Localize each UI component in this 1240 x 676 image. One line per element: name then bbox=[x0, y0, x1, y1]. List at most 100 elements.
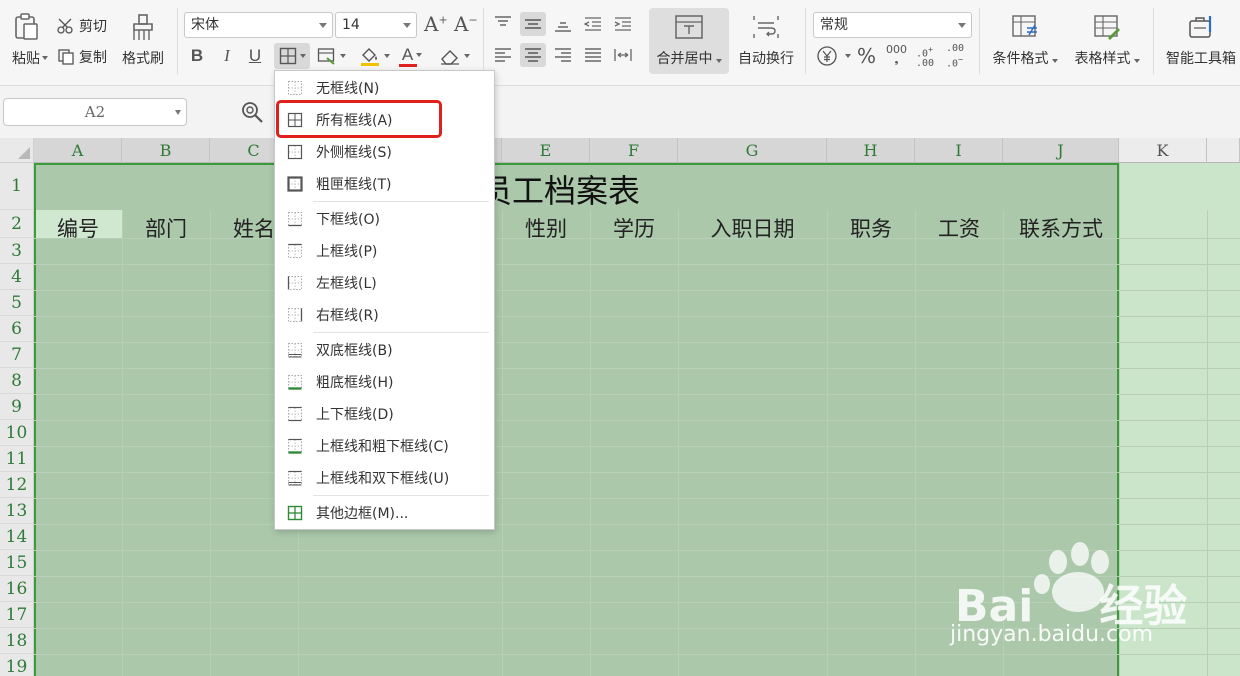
border-menu-item[interactable]: 粗底框线(H) bbox=[275, 367, 494, 397]
border-menu-item[interactable]: 上框线和粗下框线(C) bbox=[275, 431, 494, 461]
decrease-decimal-button[interactable]: .00.0− bbox=[946, 43, 964, 68]
merge-center-button[interactable]: 合并居中 bbox=[649, 8, 729, 74]
increase-font-button[interactable]: A+ bbox=[424, 12, 448, 36]
row-header-10[interactable]: 10 bbox=[0, 420, 34, 446]
italic-button[interactable]: I bbox=[216, 43, 238, 69]
align-center-button[interactable] bbox=[520, 43, 546, 67]
row-header-6[interactable]: 6 bbox=[0, 316, 34, 342]
ribbon-divider bbox=[1153, 8, 1154, 74]
align-left-button[interactable] bbox=[490, 43, 516, 67]
row-header-5[interactable]: 5 bbox=[0, 290, 34, 316]
row-header-4[interactable]: 4 bbox=[0, 264, 34, 290]
currency-button[interactable] bbox=[816, 44, 851, 68]
row-header-11[interactable]: 11 bbox=[0, 446, 34, 472]
distribute-button[interactable] bbox=[610, 43, 636, 67]
row-header-12[interactable]: 12 bbox=[0, 472, 34, 498]
bold-button[interactable]: B bbox=[186, 43, 208, 69]
cut-button[interactable]: 剪切 bbox=[57, 14, 107, 38]
zoom-icon[interactable] bbox=[240, 100, 264, 124]
font-size-combo[interactable]: 14 bbox=[335, 12, 417, 38]
sheet-title-cell[interactable]: 员工档案表 bbox=[480, 166, 640, 212]
format-painter-button[interactable]: 格式刷 bbox=[118, 8, 168, 74]
border-menu-item[interactable]: 上框线和双下框线(U) bbox=[275, 463, 494, 493]
row-header-16[interactable]: 16 bbox=[0, 576, 34, 602]
clear-format-button[interactable] bbox=[436, 43, 472, 69]
row-header-3[interactable]: 3 bbox=[0, 238, 34, 264]
column-header-j[interactable]: J bbox=[1003, 138, 1119, 163]
row-header-7[interactable]: 7 bbox=[0, 342, 34, 368]
border-menu-item[interactable]: 右框线(R) bbox=[275, 300, 494, 330]
header-cell[interactable]: 入职日期 bbox=[678, 213, 827, 243]
column-header-k[interactable]: K bbox=[1119, 138, 1207, 163]
border-menu-item[interactable]: 粗匣框线(T) bbox=[275, 169, 494, 199]
percent-button[interactable]: % bbox=[857, 44, 876, 68]
row-header-9[interactable]: 9 bbox=[0, 394, 34, 420]
header-cell[interactable]: 联系方式 bbox=[1003, 213, 1119, 243]
row-header-18[interactable]: 18 bbox=[0, 628, 34, 654]
name-box[interactable]: A2 bbox=[3, 98, 187, 126]
select-all-corner[interactable] bbox=[0, 138, 34, 163]
paste-dropdown-caret[interactable] bbox=[42, 56, 48, 60]
number-format-combo[interactable]: 常规 bbox=[813, 12, 972, 38]
cell-style-button[interactable] bbox=[314, 43, 348, 69]
decrease-indent-button[interactable] bbox=[580, 12, 606, 36]
align-top-button[interactable] bbox=[490, 12, 516, 36]
font-color-button[interactable]: A bbox=[396, 43, 428, 69]
border-menu-item[interactable]: 上下框线(D) bbox=[275, 399, 494, 429]
row-header-19[interactable]: 19 bbox=[0, 654, 34, 676]
border-menu-item[interactable]: 外侧框线(S) bbox=[275, 137, 494, 167]
font-name-combo[interactable]: 宋体 bbox=[184, 12, 333, 38]
row-header-8[interactable]: 8 bbox=[0, 368, 34, 394]
border-menu-item[interactable]: 其他边框(M)... bbox=[275, 498, 494, 528]
header-cell[interactable]: 部门 bbox=[122, 213, 210, 243]
justify-button[interactable] bbox=[580, 43, 606, 67]
border-menu-item[interactable]: 双底框线(B) bbox=[275, 335, 494, 365]
header-cell[interactable]: 职务 bbox=[827, 213, 915, 243]
conditional-format-button[interactable]: 条件格式 bbox=[988, 8, 1062, 74]
decrease-font-button[interactable]: A− bbox=[454, 12, 478, 36]
border-menu-item[interactable]: 无框线(N) bbox=[275, 73, 494, 103]
header-cell[interactable]: 编号 bbox=[34, 213, 122, 243]
table-style-button[interactable]: 表格样式 bbox=[1070, 8, 1144, 74]
underline-button[interactable]: U bbox=[244, 43, 266, 69]
row-header-1[interactable]: 1 bbox=[0, 163, 34, 210]
cell-style-icon bbox=[317, 48, 335, 65]
header-cell[interactable]: 学历 bbox=[590, 213, 678, 243]
increase-indent-button[interactable] bbox=[610, 12, 636, 36]
row-header-15[interactable]: 15 bbox=[0, 550, 34, 576]
row-header-14[interactable]: 14 bbox=[0, 524, 34, 550]
copy-button[interactable]: 复制 bbox=[57, 45, 107, 69]
align-middle-button[interactable] bbox=[520, 12, 546, 36]
paste-button[interactable]: 粘贴 bbox=[4, 8, 48, 74]
border-menu-item-label: 粗匣框线(T) bbox=[316, 177, 392, 193]
increase-decimal-button[interactable]: .0+ .00 bbox=[916, 44, 934, 69]
header-cell[interactable]: 工资 bbox=[915, 213, 1003, 243]
border-menu-item[interactable]: 下框线(O) bbox=[275, 204, 494, 234]
thousands-button[interactable]: 000 ❟ bbox=[886, 44, 907, 68]
align-right-button[interactable] bbox=[550, 43, 576, 67]
table-style-icon bbox=[1094, 15, 1120, 40]
watermark-url: jingyan.baidu.com bbox=[950, 622, 1154, 647]
column-header-f[interactable]: F bbox=[590, 138, 678, 163]
column-header-i[interactable]: I bbox=[915, 138, 1003, 163]
chevron-down-icon bbox=[403, 23, 411, 28]
column-header-h[interactable]: H bbox=[827, 138, 915, 163]
fill-color-button[interactable] bbox=[356, 43, 392, 69]
header-cell[interactable]: 性别 bbox=[502, 213, 590, 243]
border-menu-item[interactable]: 左框线(L) bbox=[275, 268, 494, 298]
wrap-text-button[interactable]: 自动换行 bbox=[735, 8, 797, 74]
align-bottom-button[interactable] bbox=[550, 12, 576, 36]
border-button[interactable] bbox=[274, 43, 310, 69]
column-header-g[interactable]: G bbox=[678, 138, 827, 163]
gridline-column bbox=[122, 210, 123, 676]
row-header-2[interactable]: 2 bbox=[0, 210, 34, 238]
border-menu-item-label: 上框线和粗下框线(C) bbox=[316, 439, 449, 455]
column-header-b[interactable]: B bbox=[122, 138, 210, 163]
border-menu-item[interactable]: 上框线(P) bbox=[275, 236, 494, 266]
column-header-blank[interactable] bbox=[1207, 138, 1240, 163]
column-header-a[interactable]: A bbox=[34, 138, 122, 163]
smart-toolbox-button[interactable]: 智能工具箱 bbox=[1162, 8, 1240, 74]
column-header-e[interactable]: E bbox=[502, 138, 590, 163]
row-header-17[interactable]: 17 bbox=[0, 602, 34, 628]
row-header-13[interactable]: 13 bbox=[0, 498, 34, 524]
